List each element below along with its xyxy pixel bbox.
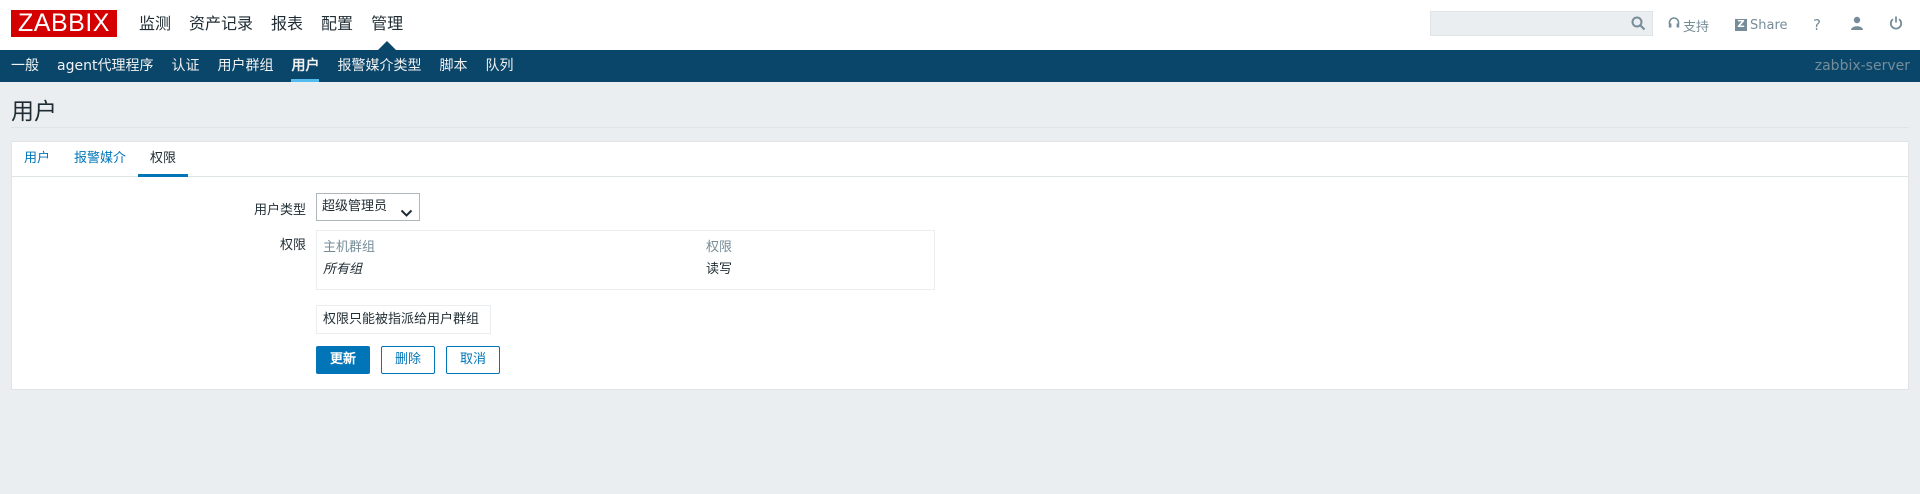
help-button[interactable]: ? xyxy=(1813,0,1821,50)
cancel-button[interactable]: 取消 xyxy=(446,346,500,374)
col-host-group: 主机群组 xyxy=(323,240,376,255)
user-type-select[interactable]: 超级管理员 xyxy=(316,193,420,221)
col-permission: 权限 xyxy=(706,240,733,255)
update-button[interactable]: 更新 xyxy=(316,346,370,374)
subnav-scripts[interactable]: 脚本 xyxy=(430,50,476,82)
row-permission: 读写 xyxy=(706,262,733,277)
nav-inventory[interactable]: 资产记录 xyxy=(180,0,262,50)
subnav-user-groups[interactable]: 用户群组 xyxy=(208,50,282,82)
power-icon xyxy=(1889,16,1903,34)
main-nav: 监测 资产记录 报表 配置 管理 xyxy=(130,0,412,50)
user-type-label: 用户类型 xyxy=(253,203,306,218)
permissions-label: 权限 xyxy=(279,238,306,253)
subnav-authentication[interactable]: 认证 xyxy=(162,50,208,82)
subnav-proxies[interactable]: agent代理程序 xyxy=(48,50,162,82)
support-label: 支持 xyxy=(1683,19,1710,35)
tab-permissions[interactable]: 权限 xyxy=(138,142,189,177)
share-label: Share xyxy=(1750,17,1788,33)
permissions-info: 权限只能被指派给用户群组 xyxy=(316,305,491,334)
zabbix-logo[interactable]: ZABBIX xyxy=(11,10,117,37)
user-type-value: 超级管理员 xyxy=(322,199,388,214)
top-header: ZABBIX 监测 资产记录 报表 配置 管理 支持 Z Share ? xyxy=(0,0,1920,50)
user-profile-button[interactable] xyxy=(1850,0,1864,50)
title-divider xyxy=(11,127,1909,128)
nav-administration[interactable]: 管理 xyxy=(362,0,412,50)
sign-out-button[interactable] xyxy=(1889,0,1903,50)
share-link[interactable]: Z Share xyxy=(1735,0,1788,50)
nav-configuration[interactable]: 配置 xyxy=(312,0,362,50)
help-icon: ? xyxy=(1813,16,1821,34)
sub-nav: 一般 agent代理程序 认证 用户群组 用户 报警媒介类型 脚本 队列 zab… xyxy=(0,50,1920,82)
chevron-down-icon xyxy=(400,202,413,228)
nav-reports[interactable]: 报表 xyxy=(262,0,312,50)
server-name: zabbix-server xyxy=(1814,58,1910,74)
subnav-queue[interactable]: 队列 xyxy=(476,50,522,82)
subnav-general[interactable]: 一般 xyxy=(2,50,48,82)
user-form: 用户 报警媒介 权限 用户类型 超级管理员 权限 主机群组 权限 所有组 读写 … xyxy=(11,141,1909,390)
search-input[interactable] xyxy=(1430,11,1653,36)
share-z-icon: Z xyxy=(1735,19,1747,31)
support-link[interactable]: 支持 xyxy=(1668,0,1709,50)
search-icon[interactable] xyxy=(1631,16,1646,35)
form-tabs: 用户 报警媒介 权限 xyxy=(12,142,1908,177)
user-icon xyxy=(1850,16,1864,34)
permissions-table: 主机群组 权限 所有组 读写 xyxy=(316,230,935,290)
subnav-media-types[interactable]: 报警媒介类型 xyxy=(328,50,430,82)
subnav-users[interactable]: 用户 xyxy=(282,50,328,82)
delete-button[interactable]: 删除 xyxy=(381,346,435,374)
page-title: 用户 xyxy=(11,99,57,125)
tab-media[interactable]: 报警媒介 xyxy=(62,142,138,176)
headset-icon xyxy=(1668,17,1680,33)
tab-user[interactable]: 用户 xyxy=(12,142,62,176)
row-host-group: 所有组 xyxy=(323,262,363,277)
nav-monitoring[interactable]: 监测 xyxy=(130,0,180,50)
